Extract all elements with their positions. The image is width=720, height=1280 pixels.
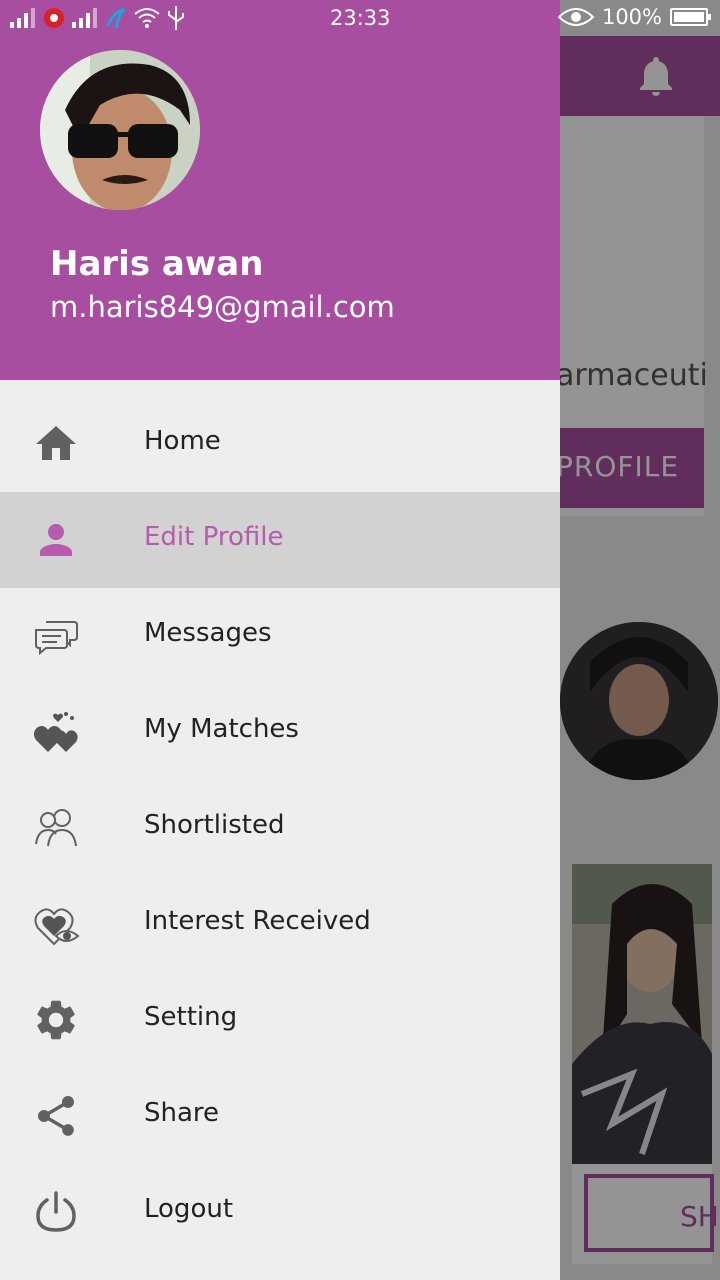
menu-item-my-matches[interactable]: My Matches: [0, 684, 560, 780]
navigation-drawer: Haris awan m.haris849@gmail.com Home Edi…: [0, 0, 560, 1280]
signal-icon: [72, 8, 97, 28]
clock: 23:33: [330, 6, 391, 30]
status-bar: 23:33 100%: [0, 0, 720, 36]
menu-label-logout: Logout: [144, 1194, 234, 1224]
power-icon: [36, 1191, 76, 1232]
eye-icon: [557, 8, 594, 26]
drawer-menu: Home Edit Profile Messages My Matches Sh…: [0, 396, 560, 1260]
menu-item-interest-received[interactable]: Interest Received: [0, 876, 560, 972]
menu-label-my-matches: My Matches: [144, 714, 299, 744]
drawer-header: Haris awan m.haris849@gmail.com: [0, 0, 560, 380]
user-name: Haris awan: [50, 244, 264, 284]
signal-icon: [10, 8, 35, 28]
battery-percent: 100%: [601, 5, 662, 29]
menu-item-shortlisted[interactable]: Shortlisted: [0, 780, 560, 876]
menu-item-edit-profile[interactable]: Edit Profile: [0, 492, 560, 588]
chat-bubbles-icon: [35, 621, 78, 656]
user-email: m.haris849@gmail.com: [50, 290, 395, 324]
menu-item-logout[interactable]: Logout: [0, 1164, 560, 1260]
battery-icon: [670, 8, 711, 26]
menu-label-edit-profile: Edit Profile: [144, 522, 284, 552]
menu-label-messages: Messages: [144, 618, 272, 648]
usb-icon: [168, 6, 184, 30]
menu-item-messages[interactable]: Messages: [0, 588, 560, 684]
home-icon: [36, 426, 76, 460]
share-icon: [38, 1096, 74, 1136]
notification-icon: [44, 8, 64, 28]
people-icon: [35, 809, 77, 847]
wifi-icon: [134, 8, 160, 28]
menu-label-share: Share: [144, 1098, 220, 1128]
menu-item-setting[interactable]: Setting: [0, 972, 560, 1068]
hearts-icon: [33, 712, 78, 752]
menu-label-home: Home: [144, 426, 221, 456]
menu-label-shortlisted: Shortlisted: [144, 810, 285, 840]
user-avatar[interactable]: [40, 50, 200, 210]
gear-icon: [37, 1000, 75, 1040]
menu-label-interest-received: Interest Received: [144, 906, 371, 936]
person-icon: [40, 524, 72, 556]
menu-label-setting: Setting: [144, 1002, 238, 1032]
carrier-icon: [106, 7, 126, 29]
menu-item-home[interactable]: Home: [0, 396, 560, 492]
heart-eye-icon: [34, 908, 80, 946]
menu-item-share[interactable]: Share: [0, 1068, 560, 1164]
